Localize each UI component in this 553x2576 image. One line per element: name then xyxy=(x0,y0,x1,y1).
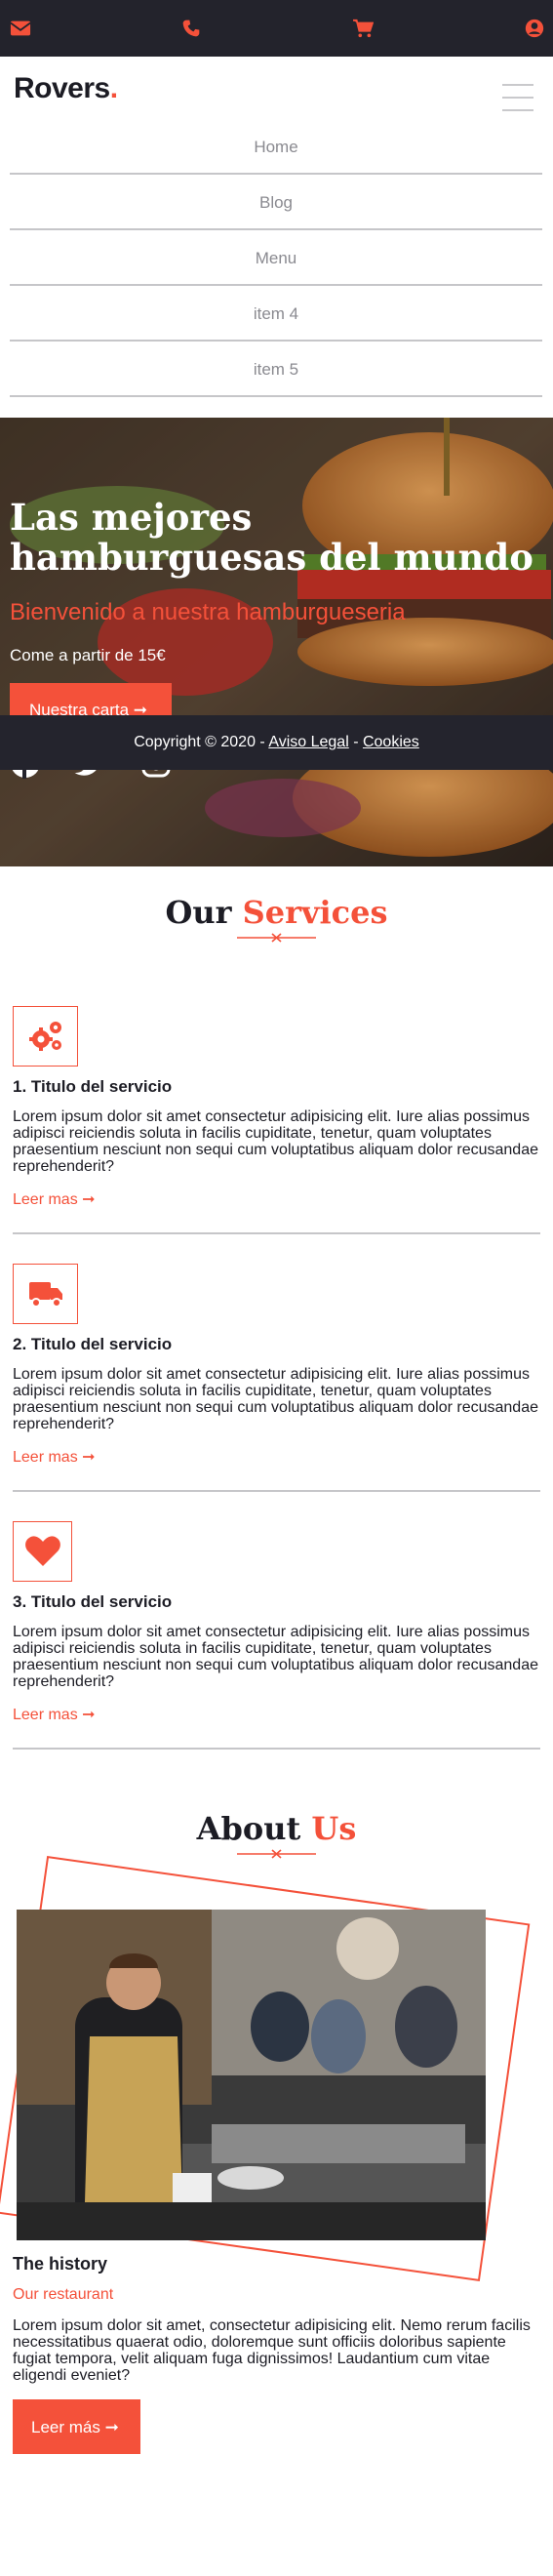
user-icon[interactable] xyxy=(524,19,545,38)
service-divider xyxy=(13,1748,540,1750)
menu-toggle-button[interactable] xyxy=(502,84,533,111)
service-2-title: 2. Titulo del servicio xyxy=(13,1335,173,1353)
service-2-read-more-link[interactable]: Leer mas ➞ xyxy=(13,1447,96,1467)
hero-burger-image xyxy=(0,418,553,866)
service-3-title: 3. Titulo del servicio xyxy=(13,1592,173,1611)
services-title-divider xyxy=(237,928,316,947)
nav-item-menu[interactable]: Menu xyxy=(10,230,542,286)
heart-icon xyxy=(25,1536,60,1566)
service-2-text: Lorem ipsum dolor sit amet consectetur a… xyxy=(13,1366,538,1432)
cookies-link[interactable]: Cookies xyxy=(363,734,419,750)
service-1-text: Lorem ipsum dolor sit amet consectetur a… xyxy=(13,1108,538,1175)
about-title: About Us xyxy=(196,1810,357,1847)
nav-item-blog[interactable]: Blog xyxy=(10,175,542,230)
brand-logo[interactable]: Rovers. xyxy=(14,72,118,105)
legal-notice-link[interactable]: Aviso Legal xyxy=(268,734,348,750)
about-food-market-photo xyxy=(17,1910,486,2240)
service-1-icon-box xyxy=(13,1006,78,1067)
gears-icon xyxy=(29,1022,61,1051)
envelope-icon[interactable] xyxy=(10,19,31,38)
service-divider xyxy=(13,1232,540,1234)
hero-price-text: Come a partir de 15€ xyxy=(10,646,166,664)
copyright-bar: Copyright © 2020 - Aviso Legal - Cookies xyxy=(0,715,553,770)
service-1-read-more-link[interactable]: Leer mas ➞ xyxy=(13,1189,96,1209)
about-title-divider xyxy=(237,1844,316,1864)
services-title: Our Services xyxy=(165,894,388,931)
main-nav: Home Blog Menu item 4 item 5 xyxy=(10,119,542,397)
nav-item-home[interactable]: Home xyxy=(10,119,542,175)
service-2-icon-box xyxy=(13,1264,78,1324)
about-text: Lorem ipsum dolor sit amet, consectetur … xyxy=(13,2317,531,2384)
hero-subtitle: Bienvenido a nuestra hamburgueseria xyxy=(10,599,406,625)
service-3-icon-box xyxy=(13,1521,72,1582)
about-heading: The history xyxy=(13,2254,108,2274)
nav-item-5[interactable]: item 5 xyxy=(10,342,542,397)
about-subheading: Our restaurant xyxy=(13,2286,114,2303)
nav-item-4[interactable]: item 4 xyxy=(10,286,542,342)
cart-icon[interactable] xyxy=(352,19,374,38)
about-read-more-button[interactable]: Leer más ➞ xyxy=(13,2399,140,2454)
hero-banner: Las mejores hamburguesas del mundo Bienv… xyxy=(0,418,553,866)
service-3-read-more-link[interactable]: Leer mas ➞ xyxy=(13,1705,96,1724)
hero-title: Las mejores hamburguesas del mundo xyxy=(10,496,533,579)
service-divider xyxy=(13,1490,540,1492)
service-1-title: 1. Titulo del servicio xyxy=(13,1077,173,1096)
top-contact-bar xyxy=(0,0,553,57)
service-3-text: Lorem ipsum dolor sit amet consectetur a… xyxy=(13,1624,538,1690)
phone-icon[interactable] xyxy=(180,19,202,38)
truck-icon xyxy=(29,1282,62,1308)
